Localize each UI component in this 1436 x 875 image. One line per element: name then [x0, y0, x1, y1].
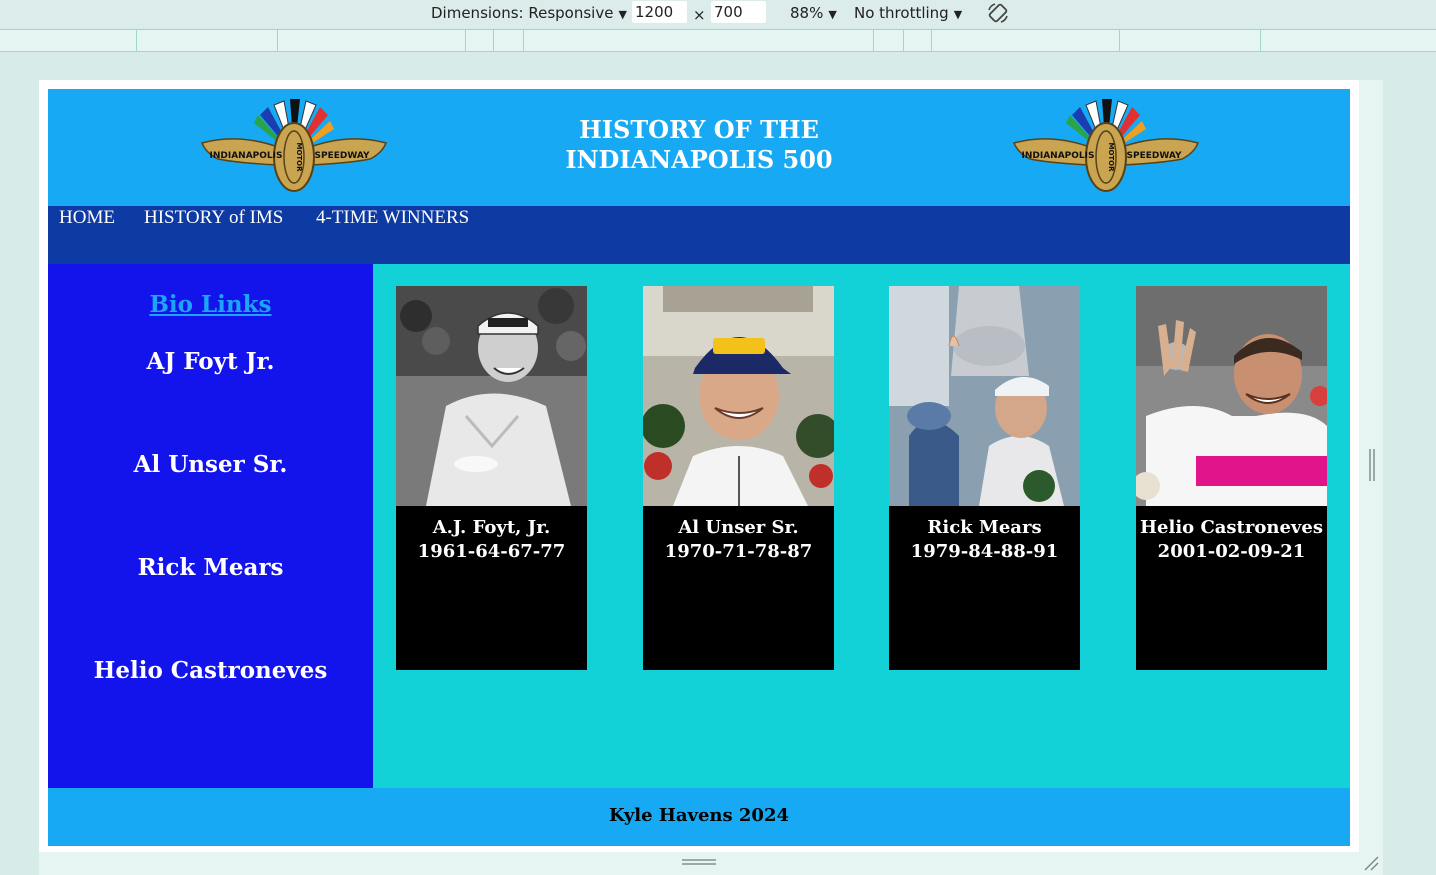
sidebar-link-castroneves[interactable]: Helio Castroneves: [48, 657, 373, 684]
width-input[interactable]: 1200: [632, 1, 687, 23]
chevron-down-icon: ▼: [828, 8, 837, 21]
card-driver-name: Rick Mears: [927, 517, 1042, 538]
resize-corner-icon[interactable]: [1363, 855, 1379, 871]
card-driver-name: Helio Castroneves: [1140, 517, 1323, 538]
zoom-dropdown[interactable]: 88% ▼: [790, 4, 837, 22]
card-win-years: 2001-02-09-21: [1157, 541, 1306, 562]
nav-home[interactable]: HOME: [59, 207, 115, 229]
winner-card[interactable]: Rick Mears 1979-84-88-91: [889, 286, 1080, 670]
ims-logo-right-icon: INDIANAPOLIS SPEEDWAY MOTOR: [1012, 99, 1200, 192]
winner-card[interactable]: Al Unser Sr. 1970-71-78-87: [643, 286, 834, 670]
devtools-toolbar: Dimensions: Responsive ▼ 1200 × 700 88% ▼ …: [0, 0, 1436, 28]
card-win-years: 1979-84-88-91: [910, 541, 1059, 562]
resize-handle-bottom[interactable]: [682, 859, 716, 865]
sidebar: Bio Links AJ Foyt Jr. Al Unser Sr. Rick …: [48, 264, 373, 788]
throttling-dropdown[interactable]: No throttling ▼: [854, 4, 962, 22]
driver-photo: [643, 286, 834, 506]
times-sign: ×: [693, 6, 706, 24]
driver-photo: [889, 286, 1080, 506]
card-driver-name: A.J. Foyt, Jr.: [432, 517, 551, 538]
main-content: A.J. Foyt, Jr. 1961-64-67-77 Al Unser Sr…: [373, 264, 1350, 788]
throttling-label: No throttling: [854, 4, 949, 22]
nav-history[interactable]: HISTORY of IMS: [144, 207, 283, 229]
chevron-down-icon: ▼: [953, 8, 963, 21]
resize-handle-right[interactable]: [1369, 449, 1375, 481]
winner-card[interactable]: A.J. Foyt, Jr. 1961-64-67-77: [396, 286, 587, 670]
svg-text:SPEEDWAY: SPEEDWAY: [1127, 151, 1182, 161]
svg-text:INDIANAPOLIS: INDIANAPOLIS: [1022, 151, 1095, 161]
nav-4-time-winners[interactable]: 4-TIME WINNERS: [316, 207, 469, 229]
driver-photo: [396, 286, 587, 506]
height-input[interactable]: 700: [711, 1, 766, 23]
sidebar-link-foyt[interactable]: AJ Foyt Jr.: [48, 348, 373, 375]
dimensions-dropdown[interactable]: Dimensions: Responsive ▼: [431, 4, 627, 22]
driver-photo: [1136, 286, 1327, 506]
zoom-label: 88%: [790, 4, 824, 22]
card-driver-name: Al Unser Sr.: [678, 517, 799, 538]
site-header: INDIANAPOLIS SPEEDWAY MOTOR HISTORY OF T…: [48, 89, 1350, 206]
rotate-icon[interactable]: [986, 1, 1010, 25]
card-win-years: 1970-71-78-87: [664, 541, 813, 562]
dimensions-label: Dimensions: Responsive: [431, 4, 614, 22]
bio-links-heading[interactable]: Bio Links: [48, 291, 373, 318]
card-win-years: 1961-64-67-77: [417, 541, 566, 562]
media-query-ruler[interactable]: [0, 29, 1436, 52]
chevron-down-icon: ▼: [618, 8, 627, 21]
svg-text:MOTOR: MOTOR: [1107, 142, 1115, 172]
site-footer: Kyle Havens 2024: [48, 788, 1350, 846]
sidebar-link-unser[interactable]: Al Unser Sr.: [48, 451, 373, 478]
sidebar-link-mears[interactable]: Rick Mears: [48, 554, 373, 581]
winner-card[interactable]: Helio Castroneves 2001-02-09-21: [1136, 286, 1327, 670]
footer-credit: Kyle Havens 2024: [608, 805, 790, 826]
main-nav: HOME HISTORY of IMS 4-TIME WINNERS: [48, 206, 1350, 264]
